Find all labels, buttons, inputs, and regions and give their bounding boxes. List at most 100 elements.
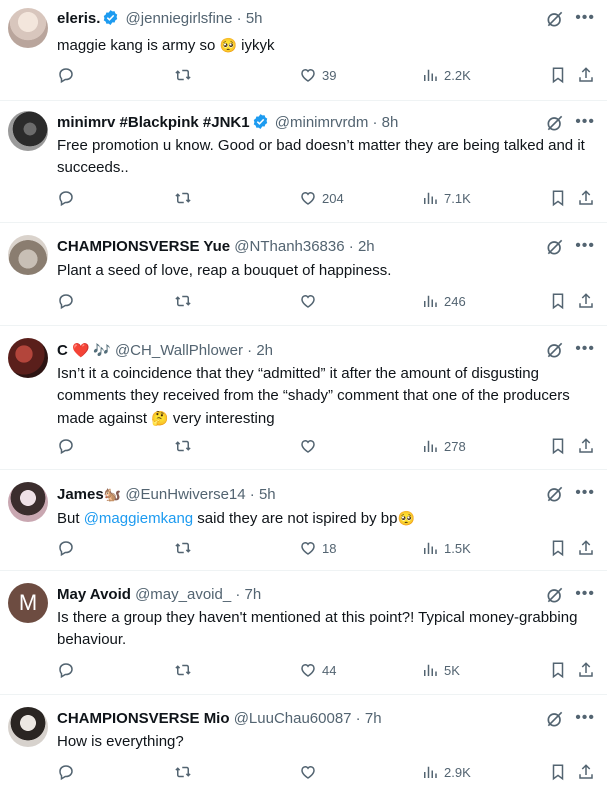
retweet-button[interactable]: [174, 189, 192, 207]
more-icon[interactable]: •••: [575, 485, 595, 501]
grok-icon[interactable]: [545, 237, 565, 257]
views-button[interactable]: 2.9K: [421, 763, 471, 781]
display-name[interactable]: CHAMPIONSVERSE Yue: [57, 238, 230, 255]
more-icon[interactable]: •••: [575, 10, 595, 26]
like-count: 204: [322, 190, 344, 206]
like-button[interactable]: 39: [299, 66, 336, 84]
avatar-letter: M: [18, 590, 38, 615]
tweet[interactable]: M May Avoid @may_avoid_ · 7h ••• Is ther…: [0, 571, 607, 695]
user-handle[interactable]: @minimrvrdm: [275, 114, 369, 131]
share-button[interactable]: [577, 763, 595, 781]
bookmark-button[interactable]: [549, 66, 567, 84]
tweet[interactable]: eleris. @jenniegirlsfine · 5h ••• maggie…: [0, 0, 607, 101]
reply-button[interactable]: [57, 292, 75, 310]
like-button[interactable]: [299, 292, 317, 310]
views-icon: [424, 766, 437, 778]
like-button[interactable]: 18: [299, 539, 336, 557]
bookmark-button[interactable]: [549, 661, 567, 679]
share-button[interactable]: [577, 66, 595, 84]
timestamp[interactable]: 2h: [256, 342, 273, 359]
tweet[interactable]: minimrv #Blackpink #JNK1 @minimrvrdm · 8…: [0, 101, 607, 223]
avatar[interactable]: [8, 235, 48, 275]
views-button[interactable]: 1.5K: [421, 539, 471, 557]
user-handle[interactable]: @NThanh36836: [234, 238, 344, 255]
grok-icon[interactable]: [545, 9, 565, 29]
share-button[interactable]: [577, 189, 595, 207]
tweet[interactable]: James🐿️ @EunHwiverse14 · 5h ••• But @mag…: [0, 470, 607, 571]
more-icon[interactable]: •••: [575, 586, 595, 602]
timestamp[interactable]: 5h: [246, 10, 263, 27]
avatar[interactable]: M: [8, 583, 48, 623]
bookmark-button[interactable]: [549, 763, 567, 781]
views-button[interactable]: 246: [421, 292, 466, 310]
retweet-button[interactable]: [174, 437, 192, 455]
mention-link[interactable]: @maggiemkang: [84, 510, 193, 527]
share-button[interactable]: [577, 292, 595, 310]
bookmark-button[interactable]: [549, 189, 567, 207]
display-name[interactable]: C: [57, 342, 68, 359]
grok-icon[interactable]: [545, 709, 565, 729]
tweet[interactable]: CHAMPIONSVERSE Mio @LuuChau60087 · 7h ••…: [0, 695, 607, 801]
tweet[interactable]: C ❤️ 🎶 @CH_WallPhlower · 2h ••• Isn’t it…: [0, 326, 607, 470]
user-handle[interactable]: @EunHwiverse14: [125, 486, 245, 503]
retweet-button[interactable]: [174, 539, 192, 557]
user-handle[interactable]: @CH_WallPhlower: [115, 342, 243, 359]
avatar[interactable]: [8, 111, 48, 151]
retweet-button[interactable]: [174, 661, 192, 679]
user-handle[interactable]: @may_avoid_: [135, 586, 231, 603]
timestamp[interactable]: 5h: [259, 486, 276, 503]
views-button[interactable]: 5K: [421, 661, 460, 679]
tweet[interactable]: CHAMPIONSVERSE Yue @NThanh36836 · 2h •••…: [0, 223, 607, 326]
display-name[interactable]: May Avoid: [57, 586, 131, 603]
display-name[interactable]: James: [57, 486, 104, 503]
avatar[interactable]: [8, 8, 48, 48]
timestamp[interactable]: 7h: [365, 710, 382, 727]
share-button[interactable]: [577, 539, 595, 557]
retweet-button[interactable]: [174, 66, 192, 84]
grok-icon[interactable]: [545, 484, 565, 504]
reply-button[interactable]: [57, 66, 75, 84]
grok-icon[interactable]: [545, 340, 565, 360]
avatar[interactable]: [8, 482, 48, 522]
display-name[interactable]: eleris.: [57, 10, 100, 27]
retweet-button[interactable]: [174, 763, 192, 781]
heart-icon: [301, 541, 315, 555]
user-handle[interactable]: @jenniegirlsfine: [126, 10, 233, 27]
share-button[interactable]: [577, 437, 595, 455]
more-icon[interactable]: •••: [575, 710, 595, 726]
like-button[interactable]: 204: [299, 189, 344, 207]
like-button[interactable]: 44: [299, 661, 336, 679]
more-icon[interactable]: •••: [575, 114, 595, 130]
views-button[interactable]: 7.1K: [421, 189, 471, 207]
more-icon[interactable]: •••: [575, 238, 595, 254]
avatar[interactable]: [8, 338, 48, 378]
view-count: 278: [444, 438, 466, 454]
timestamp[interactable]: 8h: [382, 114, 399, 131]
like-button[interactable]: [299, 763, 317, 781]
heart-icon: [301, 663, 315, 677]
views-button[interactable]: 278: [421, 437, 466, 455]
timestamp[interactable]: 7h: [245, 586, 262, 603]
retweet-button[interactable]: [174, 292, 192, 310]
reply-button[interactable]: [57, 189, 75, 207]
grok-icon[interactable]: [545, 585, 565, 605]
views-button[interactable]: 2.2K: [421, 66, 471, 84]
view-count: 2.2K: [444, 67, 471, 83]
reply-button[interactable]: [57, 763, 75, 781]
display-name[interactable]: minimrv #Blackpink #JNK1: [57, 114, 250, 131]
reply-button[interactable]: [57, 539, 75, 557]
more-icon[interactable]: •••: [575, 341, 595, 357]
reply-button[interactable]: [57, 661, 75, 679]
bookmark-button[interactable]: [549, 437, 567, 455]
avatar[interactable]: [8, 707, 48, 747]
reply-button[interactable]: [57, 437, 75, 455]
grok-icon[interactable]: [545, 113, 565, 133]
like-button[interactable]: [299, 437, 317, 455]
bookmark-button[interactable]: [549, 292, 567, 310]
reply-icon: [59, 541, 73, 557]
timestamp[interactable]: 2h: [358, 238, 375, 255]
bookmark-button[interactable]: [549, 539, 567, 557]
share-button[interactable]: [577, 661, 595, 679]
display-name[interactable]: CHAMPIONSVERSE Mio: [57, 710, 230, 727]
user-handle[interactable]: @LuuChau60087: [234, 710, 352, 727]
